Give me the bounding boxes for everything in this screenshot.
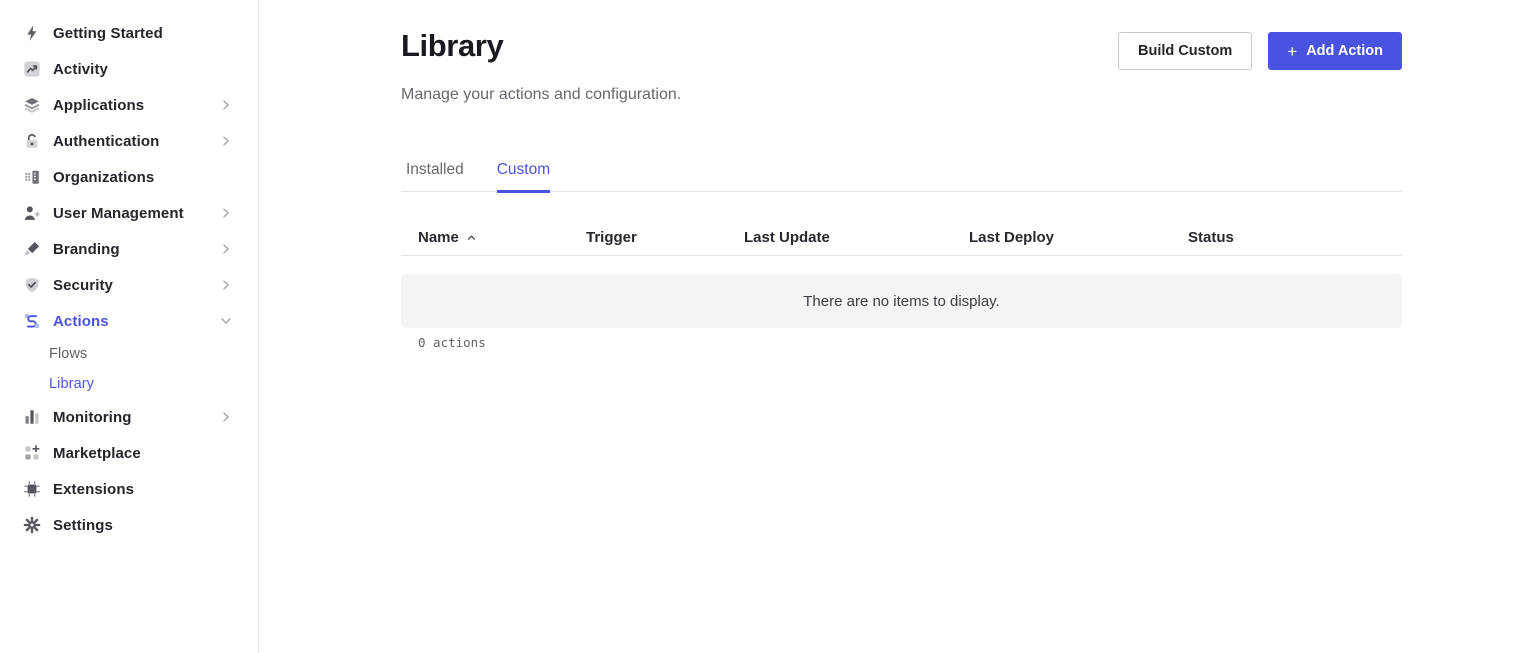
sidebar-item-settings[interactable]: Settings bbox=[0, 507, 258, 543]
add-action-button[interactable]: + Add Action bbox=[1268, 32, 1402, 70]
grid-plus-icon bbox=[23, 444, 41, 462]
sidebar-item-getting-started[interactable]: Getting Started bbox=[0, 15, 258, 51]
chevron-down-icon bbox=[219, 314, 233, 328]
chevron-right-icon bbox=[219, 410, 233, 424]
sidebar-item-label: Getting Started bbox=[53, 25, 163, 42]
sidebar-item-label: Applications bbox=[53, 97, 144, 114]
table-empty-state: There are no items to display. bbox=[401, 274, 1402, 328]
sidebar-item-label: Marketplace bbox=[53, 445, 141, 462]
column-header-last-deploy[interactable]: Last Deploy bbox=[969, 229, 1188, 246]
chevron-right-icon bbox=[219, 134, 233, 148]
page-subtitle: Manage your actions and configuration. bbox=[401, 86, 1402, 104]
shield-check-icon bbox=[23, 276, 41, 294]
sidebar-item-label: Monitoring bbox=[53, 409, 131, 426]
sidebar-item-label: Security bbox=[53, 277, 113, 294]
build-custom-button[interactable]: Build Custom bbox=[1118, 32, 1252, 70]
sidebar-item-label: Flows bbox=[49, 346, 87, 362]
sidebar-item-label: Branding bbox=[53, 241, 120, 258]
sidebar-item-authentication[interactable]: Authentication bbox=[0, 123, 258, 159]
column-header-name[interactable]: Name bbox=[401, 229, 586, 246]
sidebar-item-organizations[interactable]: Organizations bbox=[0, 159, 258, 195]
activity-icon bbox=[23, 60, 41, 78]
chevron-right-icon bbox=[219, 206, 233, 220]
sidebar-item-marketplace[interactable]: Marketplace bbox=[0, 435, 258, 471]
tab-installed[interactable]: Installed bbox=[406, 161, 464, 193]
table-header: Name Trigger Last Update Last Deploy Sta… bbox=[401, 229, 1402, 256]
gear-icon bbox=[23, 516, 41, 534]
empty-state-message: There are no items to display. bbox=[803, 293, 999, 310]
sidebar-item-label: User Management bbox=[53, 205, 184, 222]
sidebar-item-label: Settings bbox=[53, 517, 113, 534]
chevron-right-icon bbox=[219, 278, 233, 292]
layers-icon bbox=[23, 96, 41, 114]
sidebar-item-extensions[interactable]: Extensions bbox=[0, 471, 258, 507]
building-icon bbox=[23, 168, 41, 186]
sidebar-item-branding[interactable]: Branding bbox=[0, 231, 258, 267]
bar-chart-icon bbox=[23, 408, 41, 426]
sidebar-item-label: Actions bbox=[53, 313, 109, 330]
sidebar-item-label: Library bbox=[49, 376, 94, 392]
sidebar: Getting Started Activity Applications Au… bbox=[0, 0, 259, 653]
column-header-trigger[interactable]: Trigger bbox=[586, 229, 744, 246]
flow-icon bbox=[23, 312, 41, 330]
plus-icon: + bbox=[1287, 43, 1297, 60]
sidebar-item-applications[interactable]: Applications bbox=[0, 87, 258, 123]
column-header-last-update[interactable]: Last Update bbox=[744, 229, 969, 246]
lightning-icon bbox=[23, 24, 41, 42]
sidebar-item-label: Organizations bbox=[53, 169, 154, 186]
add-action-label: Add Action bbox=[1306, 43, 1383, 59]
paintbrush-icon bbox=[23, 240, 41, 258]
sidebar-item-activity[interactable]: Activity bbox=[0, 51, 258, 87]
main-content: Library Manage your actions and configur… bbox=[401, 0, 1402, 350]
sidebar-item-actions[interactable]: Actions bbox=[0, 303, 258, 339]
sidebar-subitem-library[interactable]: Library bbox=[0, 369, 258, 399]
sidebar-item-label: Extensions bbox=[53, 481, 134, 498]
actions-count: 0 actions bbox=[401, 335, 1402, 350]
tab-custom[interactable]: Custom bbox=[497, 161, 550, 193]
sidebar-item-label: Activity bbox=[53, 61, 108, 78]
sidebar-item-label: Authentication bbox=[53, 133, 159, 150]
sort-ascending-icon bbox=[466, 232, 477, 243]
chevron-right-icon bbox=[219, 98, 233, 112]
header-actions: Build Custom + Add Action bbox=[1118, 32, 1402, 70]
sidebar-item-user-management[interactable]: User Management bbox=[0, 195, 258, 231]
sidebar-item-monitoring[interactable]: Monitoring bbox=[0, 399, 258, 435]
column-header-status[interactable]: Status bbox=[1188, 229, 1402, 246]
lock-icon bbox=[23, 132, 41, 150]
page-header: Library Manage your actions and configur… bbox=[401, 0, 1402, 104]
user-gear-icon bbox=[23, 204, 41, 222]
tab-bar: Installed Custom bbox=[401, 161, 1402, 192]
chip-icon bbox=[23, 480, 41, 498]
sidebar-item-security[interactable]: Security bbox=[0, 267, 258, 303]
chevron-right-icon bbox=[219, 242, 233, 256]
sidebar-subitem-flows[interactable]: Flows bbox=[0, 339, 258, 369]
